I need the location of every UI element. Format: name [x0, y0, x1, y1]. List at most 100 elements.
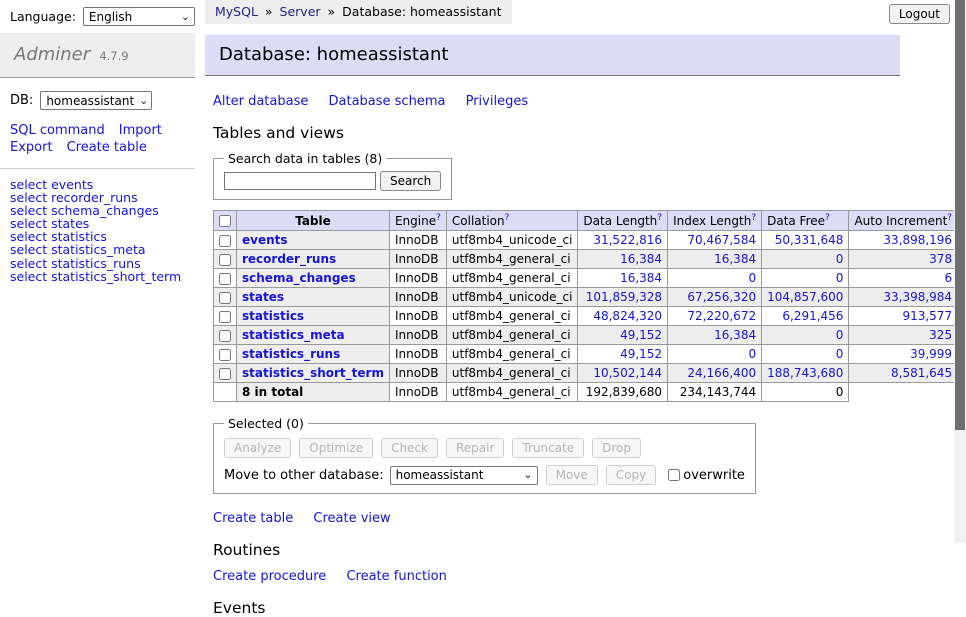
- data-free-link[interactable]: 188,743,680: [767, 366, 843, 380]
- overwrite-checkbox[interactable]: [668, 469, 680, 481]
- move-row: Move to other database: homeassistant ⌄ …: [224, 465, 745, 485]
- table-link[interactable]: statistics_runs: [242, 347, 340, 361]
- table-link[interactable]: statistics: [242, 309, 304, 323]
- sidebar-link-create-table[interactable]: Create table: [67, 140, 147, 155]
- create-table-link[interactable]: Create table: [213, 511, 293, 526]
- row-checkbox[interactable]: [219, 273, 231, 285]
- auto-increment-link[interactable]: 378: [929, 252, 952, 266]
- data-free-link[interactable]: 6,291,456: [782, 309, 843, 323]
- sidebar-item-select-statistics-short-term[interactable]: select statistics_short_term: [10, 270, 185, 283]
- help-icon[interactable]: ?: [505, 213, 510, 223]
- table-row: statistics_short_term InnoDB utf8mb4_gen…: [214, 364, 966, 383]
- index-length-link[interactable]: 67,256,320: [687, 290, 756, 304]
- table-link[interactable]: statistics_short_term: [242, 366, 384, 380]
- index-length-link[interactable]: 0: [748, 271, 756, 285]
- language-row: Language: English ⌄: [0, 0, 195, 33]
- col-header-data-length: Data Length?: [578, 211, 668, 231]
- scrollbar-thumb[interactable]: [955, 0, 965, 430]
- data-length-link[interactable]: 48,824,320: [593, 309, 662, 323]
- logout-button[interactable]: Logout: [889, 4, 950, 24]
- sidebar-link-import[interactable]: Import: [119, 123, 162, 138]
- breadcrumb-link-server[interactable]: Server: [280, 4, 321, 19]
- language-select[interactable]: English ⌄: [83, 7, 195, 26]
- table-link[interactable]: statistics_meta: [242, 328, 345, 342]
- row-checkbox[interactable]: [219, 254, 231, 266]
- analyze-button[interactable]: Analyze: [224, 438, 291, 458]
- help-icon[interactable]: ?: [751, 213, 756, 223]
- index-length-link[interactable]: 72,220,672: [687, 309, 756, 323]
- database-schema-link[interactable]: Database schema: [329, 94, 446, 109]
- search-input[interactable]: [224, 172, 376, 190]
- sidebar-link-sql-command[interactable]: SQL command: [10, 123, 105, 138]
- table-link[interactable]: states: [242, 290, 284, 304]
- index-length-link[interactable]: 16,384: [714, 252, 756, 266]
- auto-increment-link[interactable]: 8,581,645: [891, 366, 952, 380]
- adminer-version[interactable]: 4.7.9: [99, 49, 128, 63]
- data-free-link[interactable]: 0: [836, 347, 844, 361]
- col-header-engine: Engine?: [389, 211, 446, 231]
- create-function-link[interactable]: Create function: [346, 569, 446, 584]
- move-button[interactable]: Move: [546, 465, 598, 485]
- row-checkbox[interactable]: [219, 311, 231, 323]
- data-free-link[interactable]: 50,331,648: [775, 233, 844, 247]
- optimize-button[interactable]: Optimize: [299, 438, 373, 458]
- data-length-link[interactable]: 16,384: [620, 252, 662, 266]
- table-link[interactable]: recorder_runs: [242, 252, 336, 266]
- auto-increment-link[interactable]: 6: [944, 271, 952, 285]
- db-select[interactable]: homeassistant ⌄: [40, 91, 152, 110]
- data-length-link[interactable]: 49,152: [620, 328, 662, 342]
- help-icon[interactable]: ?: [825, 213, 830, 223]
- index-length-link[interactable]: 24,166,400: [687, 366, 756, 380]
- breadcrumb-link-mysql[interactable]: MySQL: [215, 4, 258, 19]
- sidebar-item-select-statistics-meta[interactable]: select statistics_meta: [10, 243, 185, 256]
- database-actions: Alter database Database schema Privilege…: [213, 94, 966, 109]
- data-free-link[interactable]: 0: [836, 271, 844, 285]
- drop-button[interactable]: Drop: [592, 438, 641, 458]
- auto-increment-link[interactable]: 325: [929, 328, 952, 342]
- truncate-button[interactable]: Truncate: [512, 438, 584, 458]
- data-length-link[interactable]: 16,384: [620, 271, 662, 285]
- engine-cell: InnoDB: [389, 326, 446, 345]
- search-button[interactable]: Search: [380, 171, 441, 191]
- data-free-link[interactable]: 0: [836, 328, 844, 342]
- create-view-link[interactable]: Create view: [313, 511, 390, 526]
- total-collation-cell: utf8mb4_general_ci: [446, 383, 578, 402]
- row-checkbox[interactable]: [219, 349, 231, 361]
- auto-increment-link[interactable]: 913,577: [902, 309, 952, 323]
- check-button[interactable]: Check: [381, 438, 438, 458]
- alter-database-link[interactable]: Alter database: [213, 94, 308, 109]
- data-length-link[interactable]: 10,502,144: [593, 366, 662, 380]
- data-length-link[interactable]: 31,522,816: [593, 233, 662, 247]
- help-icon[interactable]: ?: [436, 213, 441, 223]
- move-database-select[interactable]: homeassistant ⌄: [390, 466, 538, 485]
- select-all-checkbox[interactable]: [219, 215, 231, 227]
- sidebar-item-select-statistics-runs[interactable]: select statistics_runs: [10, 257, 185, 270]
- table-link[interactable]: events: [242, 233, 288, 247]
- index-length-link[interactable]: 70,467,584: [687, 233, 756, 247]
- collation-cell: utf8mb4_general_ci: [446, 326, 578, 345]
- data-free-link[interactable]: 104,857,600: [767, 290, 843, 304]
- auto-increment-link[interactable]: 33,898,196: [883, 233, 952, 247]
- row-checkbox[interactable]: [219, 235, 231, 247]
- index-length-link[interactable]: 16,384: [714, 328, 756, 342]
- sidebar-link-export[interactable]: Export: [10, 140, 53, 155]
- privileges-link[interactable]: Privileges: [466, 94, 529, 109]
- row-checkbox[interactable]: [219, 368, 231, 380]
- help-icon[interactable]: ?: [657, 213, 662, 223]
- auto-increment-link[interactable]: 33,398,984: [883, 290, 952, 304]
- adminer-title: Adminer: [14, 44, 90, 65]
- index-length-link[interactable]: 0: [748, 347, 756, 361]
- data-length-link[interactable]: 49,152: [620, 347, 662, 361]
- repair-button[interactable]: Repair: [446, 438, 504, 458]
- create-procedure-link[interactable]: Create procedure: [213, 569, 326, 584]
- table-link[interactable]: schema_changes: [242, 271, 356, 285]
- row-checkbox[interactable]: [219, 292, 231, 304]
- help-icon[interactable]: ?: [947, 213, 952, 223]
- auto-increment-link[interactable]: 39,999: [910, 347, 952, 361]
- data-length-link[interactable]: 101,859,328: [586, 290, 662, 304]
- copy-button[interactable]: Copy: [606, 465, 656, 485]
- data-free-link[interactable]: 0: [836, 252, 844, 266]
- table-row: statistics_runs InnoDB utf8mb4_general_c…: [214, 345, 966, 364]
- row-checkbox[interactable]: [219, 330, 231, 342]
- scrollbar-track[interactable]: [954, 0, 966, 543]
